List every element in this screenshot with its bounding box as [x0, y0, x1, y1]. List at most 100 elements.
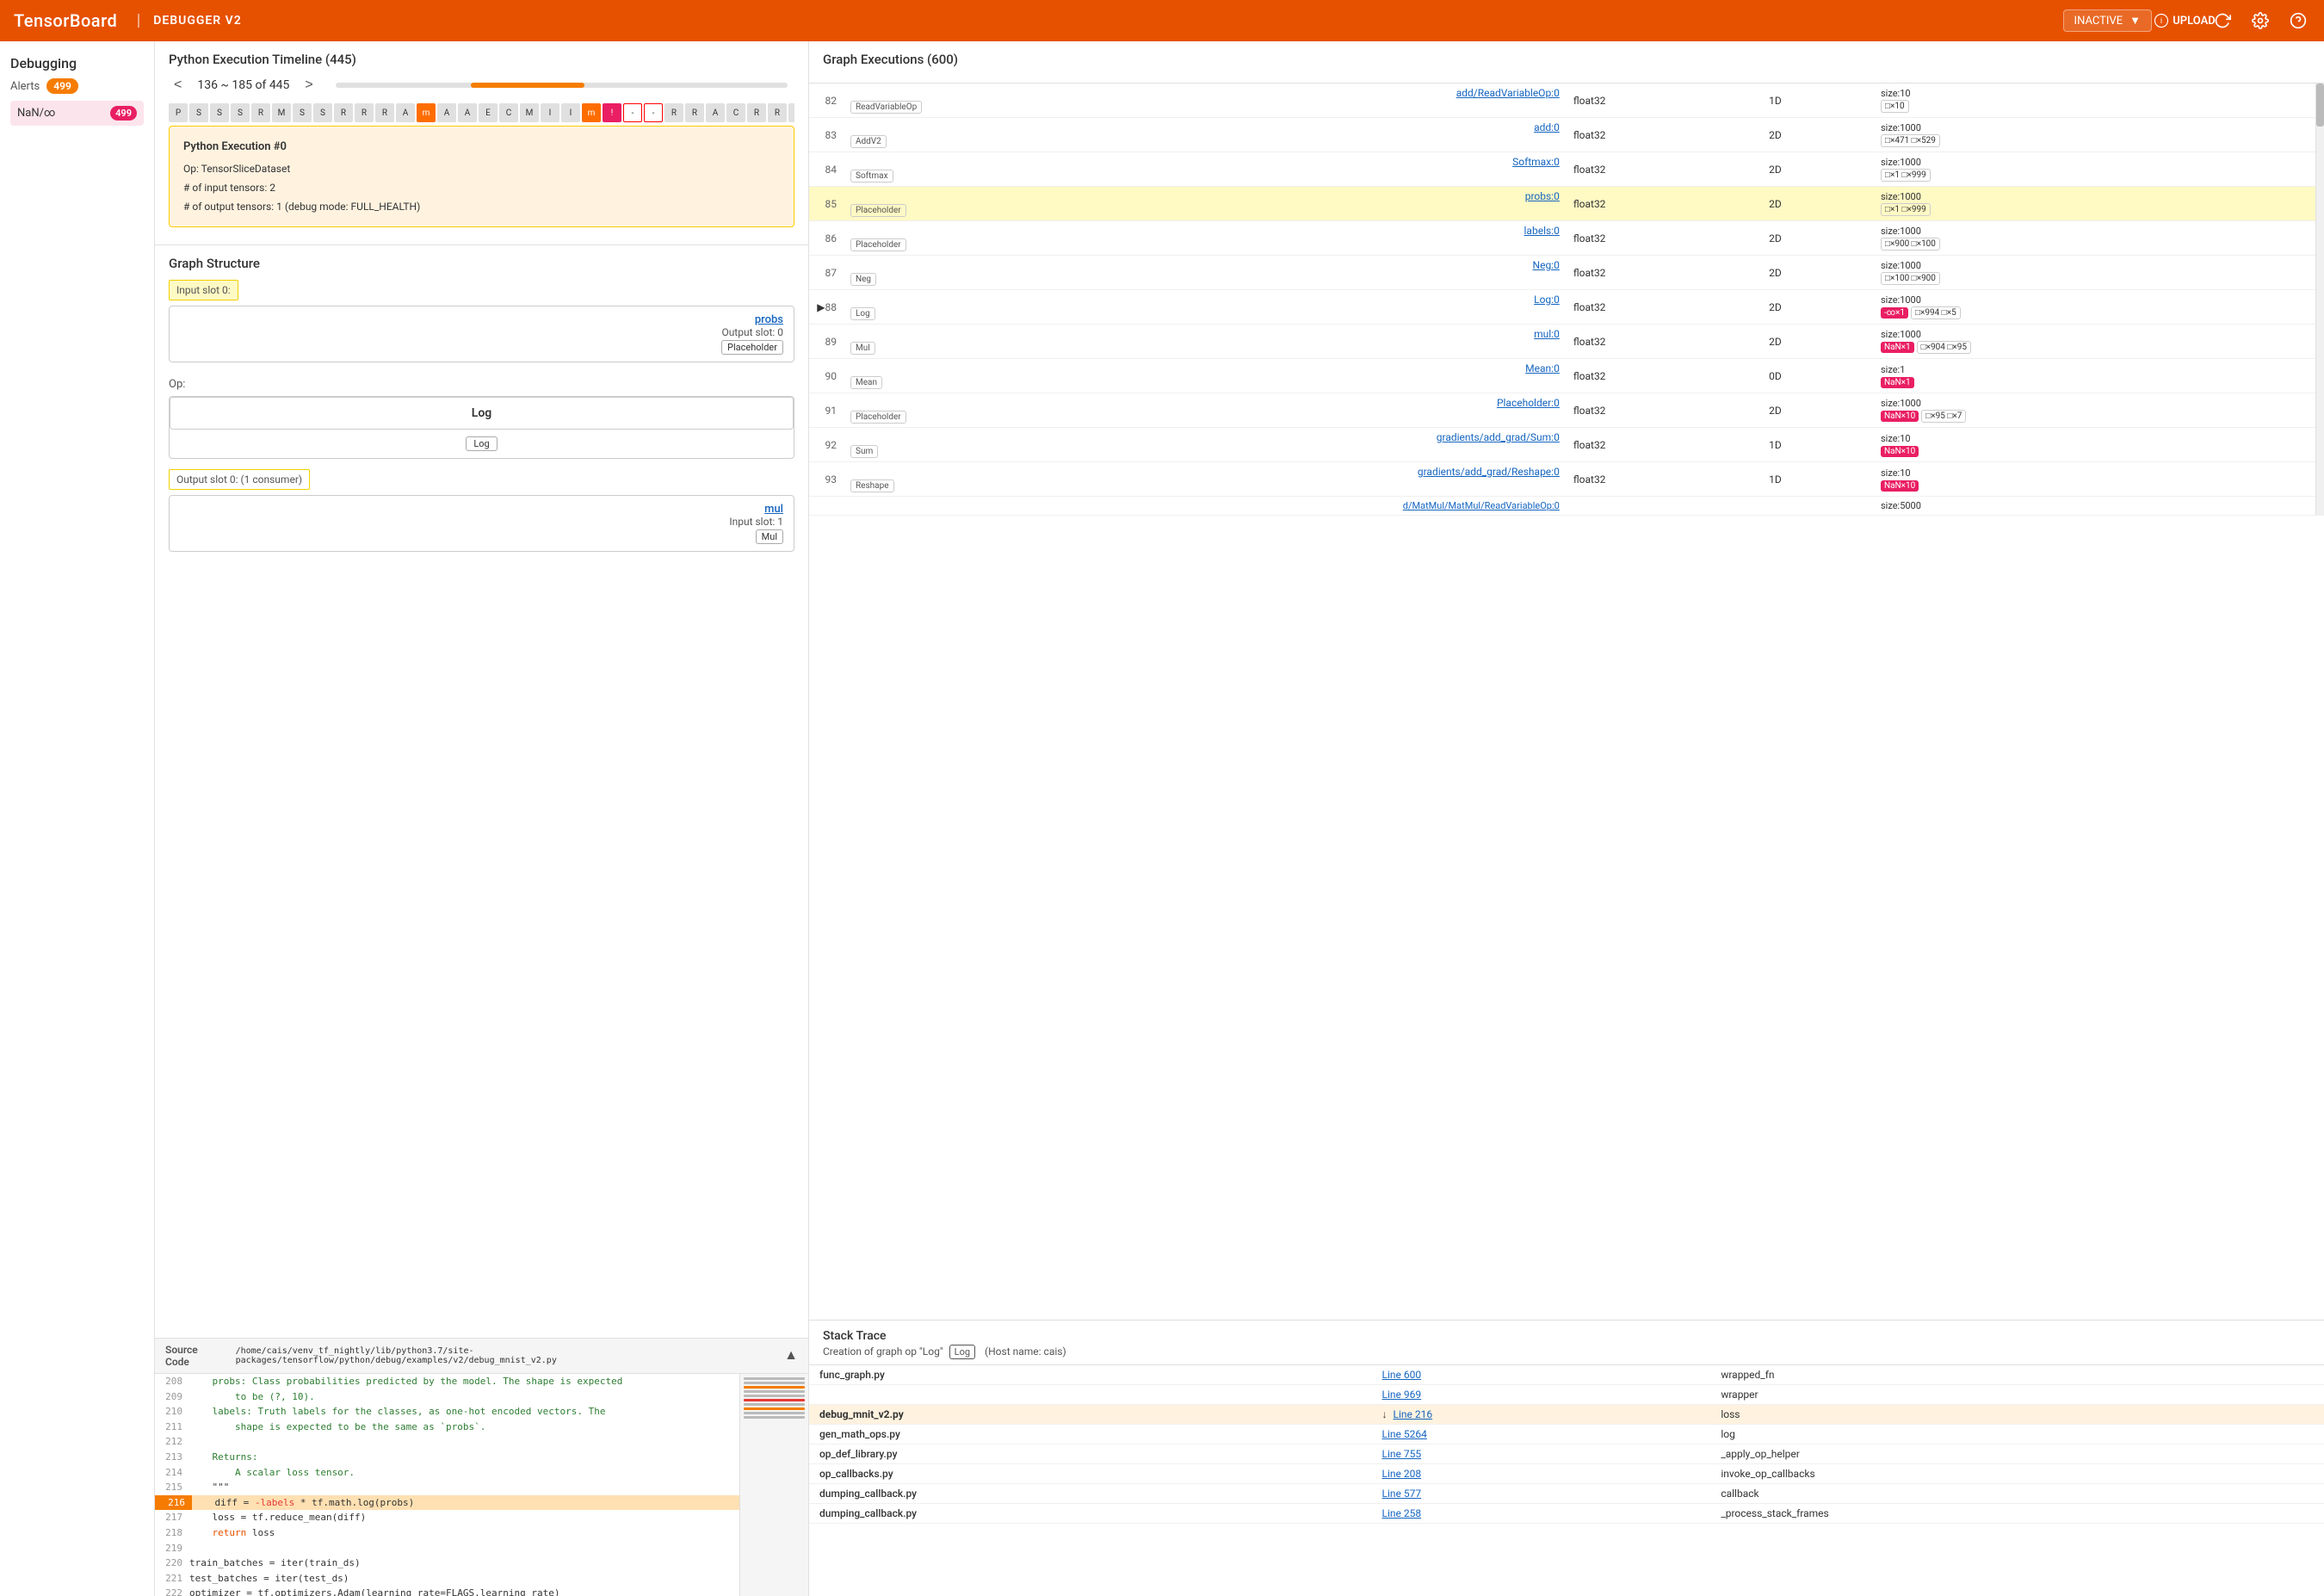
letter-S3[interactable]: S — [231, 103, 250, 122]
op-tag[interactable]: Mul — [850, 342, 875, 355]
stack-op-tag[interactable]: Log — [949, 1345, 975, 1359]
letter-M2[interactable]: M — [520, 103, 539, 122]
letter-C2[interactable]: C — [726, 103, 745, 122]
letter-R4[interactable]: R — [375, 103, 394, 122]
table-row[interactable]: 85 probs:0 Placeholder float32 2D size:1… — [809, 187, 2315, 221]
upload-button[interactable]: i UPLOAD — [2173, 9, 2197, 33]
source-scroll-button[interactable]: ▲ — [784, 1348, 798, 1364]
op-tag[interactable]: Log — [850, 307, 875, 320]
code-line-216[interactable]: 216 diff = -labels * tf.math.log(probs) — [155, 1495, 739, 1511]
table-row[interactable]: 83 add:0 AddV2 float32 2D size:1000 — [809, 118, 2315, 152]
stack-row[interactable]: op_callbacks.py Line 208 invoke_op_callb… — [809, 1464, 2324, 1484]
stack-row[interactable]: Line 969 wrapper — [809, 1385, 2324, 1405]
table-row[interactable]: 82 add/ReadVariableOp:0 ReadVariableOp f… — [809, 84, 2315, 118]
op-name[interactable]: gradients/add_grad/Reshape:0 — [850, 466, 1560, 478]
table-row[interactable]: 92 gradients/add_grad/Sum:0 Sum float32 … — [809, 428, 2315, 462]
op-tag[interactable]: Sum — [850, 445, 878, 458]
refresh-icon[interactable] — [2210, 9, 2234, 33]
op-name[interactable]: Placeholder:0 — [850, 397, 1560, 409]
letter-C1[interactable]: C — [499, 103, 518, 122]
op-name[interactable]: gradients/add_grad/Sum:0 — [850, 431, 1560, 443]
output-tag[interactable]: Mul — [756, 529, 783, 544]
letter-R3[interactable]: R — [355, 103, 374, 122]
table-row[interactable]: 84 Softmax:0 Softmax float32 2D size:100… — [809, 152, 2315, 187]
letter-R7[interactable]: R — [747, 103, 766, 122]
letter-R6[interactable]: R — [685, 103, 704, 122]
letter-dash2[interactable]: - — [644, 103, 663, 122]
letter-A2[interactable]: A — [437, 103, 456, 122]
table-row[interactable]: 93 gradients/add_grad/Reshape:0 Reshape … — [809, 462, 2315, 497]
output-name[interactable]: mul — [180, 503, 783, 516]
op-name[interactable]: add:0 — [850, 121, 1560, 133]
table-row[interactable]: ▶88 Log:0 Log float32 2D siz — [809, 290, 2315, 325]
stack-row[interactable]: dumping_callback.py Line 258 _process_st… — [809, 1504, 2324, 1524]
stack-line[interactable]: Line 216 — [1393, 1408, 1432, 1420]
op-tag[interactable]: ReadVariableOp — [850, 101, 922, 114]
letter-S1[interactable]: S — [189, 103, 208, 122]
stack-line[interactable]: Line 208 — [1382, 1468, 1422, 1480]
op-name[interactable]: Log:0 — [850, 294, 1560, 306]
prev-button[interactable]: < — [169, 76, 187, 95]
input-tag[interactable]: Placeholder — [721, 340, 783, 355]
table-row[interactable]: 86 labels:0 Placeholder float32 2D size:… — [809, 221, 2315, 256]
letter-R5[interactable]: R — [664, 103, 683, 122]
settings-icon[interactable] — [2248, 9, 2272, 33]
letter-A1[interactable]: A — [396, 103, 415, 122]
table-row[interactable]: 87 Neg:0 Neg float32 2D size:1000 — [809, 256, 2315, 290]
stack-row[interactable]: func_graph.py Line 600 wrapped_fn — [809, 1365, 2324, 1385]
letter-R1[interactable]: R — [251, 103, 270, 122]
stack-table-area[interactable]: func_graph.py Line 600 wrapped_fn Line 9… — [809, 1365, 2324, 1596]
letter-A3[interactable]: A — [458, 103, 477, 122]
stack-line[interactable]: Line 577 — [1382, 1488, 1422, 1500]
stack-line[interactable]: Line 5264 — [1382, 1428, 1427, 1440]
letter-S2[interactable]: S — [210, 103, 229, 122]
op-name[interactable]: mul:0 — [850, 328, 1560, 340]
letter-R8[interactable]: R — [768, 103, 787, 122]
letter-dash1[interactable]: - — [623, 103, 642, 122]
table-row[interactable]: 90 Mean:0 Mean float32 0D size:1 — [809, 359, 2315, 393]
stack-line[interactable]: Line 755 — [1382, 1448, 1422, 1460]
stack-row[interactable]: debug_mnit_v2.py ↓ Line 216 loss — [809, 1405, 2324, 1425]
op-name[interactable]: Neg:0 — [850, 259, 1560, 271]
letter-m[interactable]: m — [417, 103, 436, 122]
slider-track[interactable] — [336, 83, 788, 88]
letter-S5[interactable]: S — [313, 103, 332, 122]
letter-P[interactable]: P — [169, 103, 188, 122]
input-name[interactable]: probs — [180, 313, 783, 326]
op-tag[interactable]: Placeholder — [850, 411, 906, 424]
letter-excl[interactable]: ! — [603, 103, 621, 122]
letter-I1[interactable]: I — [541, 103, 559, 122]
table-row[interactable]: 89 mul:0 Mul float32 2D size:1000 — [809, 325, 2315, 359]
source-lines[interactable]: 208 probs: Class probabilities predicted… — [155, 1374, 739, 1596]
help-icon[interactable] — [2286, 9, 2310, 33]
stack-line[interactable]: Line 258 — [1382, 1507, 1422, 1519]
table-row[interactable]: 91 Placeholder:0 Placeholder float32 2D … — [809, 393, 2315, 428]
letter-m2[interactable]: m — [582, 103, 601, 122]
stack-line[interactable]: Line 600 — [1382, 1369, 1422, 1381]
op-name[interactable]: Mean:0 — [850, 362, 1560, 374]
table-row[interactable]: d/MatMul/MatMul/ReadVariableOp:0 size:50… — [809, 497, 2315, 516]
op-tag[interactable]: Mean — [850, 376, 882, 389]
op-tag[interactable]: Reshape — [850, 479, 894, 492]
letter-I2[interactable]: I — [561, 103, 580, 122]
scrollbar[interactable] — [2315, 84, 2324, 516]
stack-row[interactable]: op_def_library.py Line 755 _apply_op_hel… — [809, 1444, 2324, 1464]
op-name[interactable]: d/MatMul/MatMul/ReadVariableOp:0 — [850, 500, 1560, 511]
stack-row[interactable]: dumping_callback.py Line 577 callback — [809, 1484, 2324, 1504]
nan-row[interactable]: NaN/∞ 499 — [10, 101, 144, 126]
op-name[interactable]: add/ReadVariableOp:0 — [850, 87, 1560, 99]
op-tag[interactable]: AddV2 — [850, 135, 887, 148]
status-dropdown[interactable]: INACTIVE ▼ — [2063, 9, 2152, 32]
op-tag[interactable]: Softmax — [850, 170, 893, 182]
expand-button[interactable]: ▶ — [817, 301, 825, 313]
op-tag[interactable]: Neg — [850, 273, 876, 286]
graph-exec-section[interactable]: Graph Executions (600) 82 add/ReadVariab… — [809, 41, 2324, 1321]
letter-A4[interactable]: A — [706, 103, 725, 122]
letter-P2[interactable]: P — [788, 103, 794, 122]
op-tag[interactable]: Placeholder — [850, 238, 906, 251]
op-name[interactable]: probs:0 — [850, 190, 1560, 202]
letter-M[interactable]: M — [272, 103, 291, 122]
letter-S4[interactable]: S — [293, 103, 312, 122]
op-tag[interactable]: Log — [466, 436, 497, 451]
op-name[interactable]: Softmax:0 — [850, 156, 1560, 168]
